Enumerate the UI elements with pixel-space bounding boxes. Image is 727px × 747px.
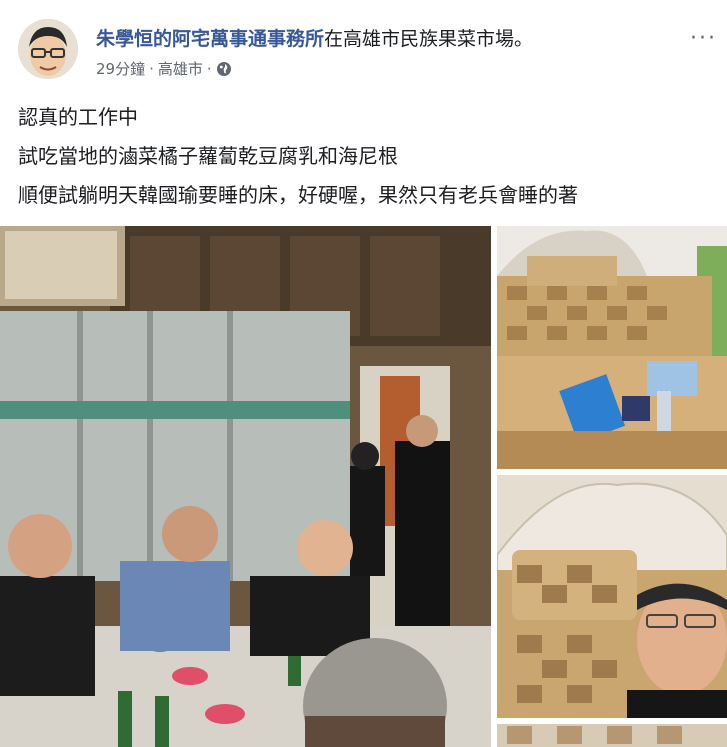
photo-bed-partial[interactable] — [497, 724, 727, 747]
photo-man-on-bed[interactable] — [497, 475, 727, 718]
globe-icon[interactable] — [216, 61, 232, 77]
post-meta: 29分鐘 · 高雄市 · — [96, 58, 232, 79]
location-text[interactable]: 在高雄市民族果菜市場。 — [324, 28, 533, 50]
post-line: 認真的工作中 — [18, 105, 138, 129]
more-options-icon[interactable]: ··· — [690, 26, 717, 51]
avatar[interactable] — [18, 19, 78, 79]
place-link[interactable]: 高雄市 — [158, 58, 203, 79]
post-line: 試吃當地的滷菜橘子蘿蔔乾豆腐乳和海尼根 — [18, 144, 398, 168]
post-header: 朱學恒的阿宅萬事通事務所在高雄市民族果菜市場。 29分鐘 · 高雄市 · ··· — [0, 0, 727, 95]
timestamp[interactable]: 29分鐘 — [96, 58, 145, 79]
post-title: 朱學恒的阿宅萬事通事務所在高雄市民族果菜市場。 — [96, 24, 533, 51]
post-line: 順便試躺明天韓國瑜要睡的床，好硬喔，果然只有老兵會睡的著 — [18, 183, 578, 207]
post-text: 認真的工作中 試吃當地的滷菜橘子蘿蔔乾豆腐乳和海尼根 順便試躺明天韓國瑜要睡的床… — [18, 98, 718, 215]
meta-separator: · — [149, 59, 154, 78]
page-name-link[interactable]: 朱學恒的阿宅萬事通事務所 — [96, 28, 324, 50]
photo-bed-items[interactable] — [497, 226, 727, 469]
photo-dining-table[interactable] — [0, 226, 491, 747]
meta-separator: · — [206, 59, 212, 78]
